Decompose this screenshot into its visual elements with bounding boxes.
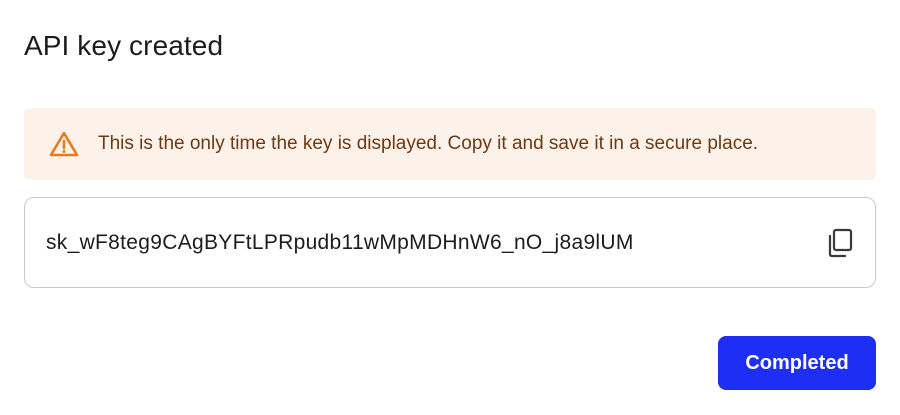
completed-button[interactable]: Completed	[718, 336, 876, 390]
warning-banner: This is the only time the key is display…	[24, 108, 876, 180]
api-key-field[interactable]: sk_wF8teg9CAgBYFtLPRpudb11wMpMDHnW6_nO_j…	[24, 197, 876, 288]
warning-text: This is the only time the key is display…	[98, 133, 759, 154]
api-key-value[interactable]: sk_wF8teg9CAgBYFtLPRpudb11wMpMDHnW6_nO_j…	[46, 231, 634, 255]
copy-icon[interactable]	[823, 226, 857, 260]
warning-triangle-icon	[49, 130, 79, 158]
api-key-dialog: API key created This is the only time th…	[0, 0, 900, 415]
dialog-title: API key created	[24, 30, 224, 61]
